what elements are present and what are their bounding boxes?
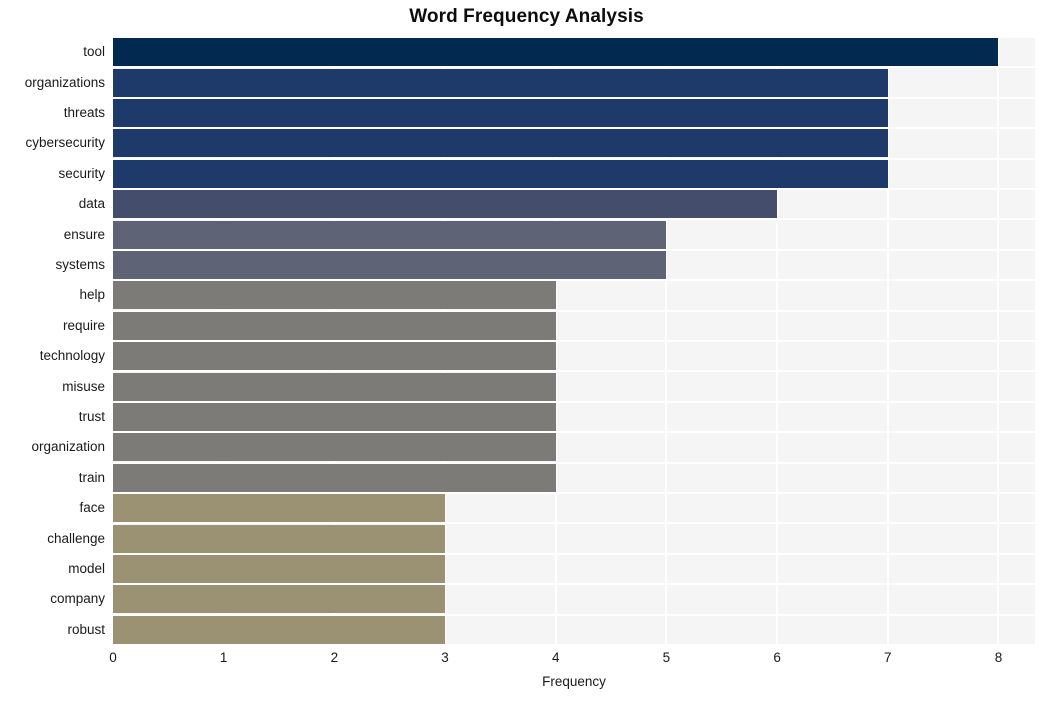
x-tick-label: 2 xyxy=(330,650,339,665)
bar-row xyxy=(113,433,1035,462)
bar xyxy=(113,99,888,127)
bar xyxy=(113,129,888,158)
bar xyxy=(113,281,556,310)
y-tick-label: data xyxy=(78,196,105,212)
y-tick-label: challenge xyxy=(47,530,105,546)
bar-row xyxy=(113,342,1035,371)
bar-row xyxy=(113,99,1035,127)
bar-row xyxy=(113,524,1035,553)
bar xyxy=(113,494,446,523)
x-tick-label: 0 xyxy=(109,650,117,665)
bar xyxy=(113,68,888,97)
bar xyxy=(113,311,556,340)
bar-row xyxy=(113,220,1035,249)
y-tick-label: robust xyxy=(67,621,105,637)
y-tick-label: threats xyxy=(63,105,105,120)
x-tick-label: 7 xyxy=(884,650,892,665)
bar-row xyxy=(113,281,1035,310)
y-tick-label: organizations xyxy=(24,74,105,90)
bar-row xyxy=(113,463,1035,492)
bar xyxy=(113,615,446,644)
y-tick-label: technology xyxy=(39,348,105,364)
bar-row xyxy=(113,190,1035,219)
bar xyxy=(113,159,888,188)
y-tick-label: model xyxy=(68,561,105,576)
y-tick-label: face xyxy=(79,500,105,516)
y-tick-label: tool xyxy=(83,44,105,60)
bar xyxy=(113,372,556,401)
bar-row xyxy=(113,38,1035,67)
chart-figure: Word Frequency Analysis tool organization… xyxy=(0,0,1053,701)
bar-row xyxy=(113,129,1035,158)
y-tick-label: trust xyxy=(78,409,105,424)
bar-row xyxy=(113,585,1035,614)
x-tick-label: 4 xyxy=(551,650,560,665)
bar xyxy=(113,220,667,249)
bar xyxy=(113,524,446,553)
x-tick-label: 6 xyxy=(773,650,781,665)
bar-row xyxy=(113,311,1035,340)
bar-row xyxy=(113,555,1035,583)
gridline-horizontal xyxy=(113,644,1035,646)
bar xyxy=(113,38,999,67)
bar-row xyxy=(113,494,1035,523)
y-tick-label: help xyxy=(79,287,105,303)
bar xyxy=(113,251,667,279)
y-tick-label: misuse xyxy=(62,378,105,394)
y-axis-tick-labels: tool organizations threats cybersecurity sec… xyxy=(0,37,113,645)
y-tick-label: organization xyxy=(31,439,105,455)
bar xyxy=(113,433,556,462)
bar-row xyxy=(113,403,1035,431)
y-tick-label: systems xyxy=(55,257,105,272)
x-axis-label: Frequency xyxy=(542,674,606,689)
y-tick-label: require xyxy=(62,317,105,333)
bar xyxy=(113,585,446,614)
chart-title: Word Frequency Analysis xyxy=(409,6,644,27)
bar xyxy=(113,555,446,583)
bar xyxy=(113,190,778,219)
x-tick-label: 1 xyxy=(219,650,228,665)
x-axis-tick-labels: 0 1 2 3 4 5 6 7 8 xyxy=(109,650,1035,670)
bar xyxy=(113,403,556,431)
bar-row xyxy=(113,68,1035,97)
y-tick-label: cybersecurity xyxy=(25,135,105,151)
y-tick-label: ensure xyxy=(63,226,105,242)
x-tick-label: 5 xyxy=(662,650,671,665)
y-tick-label: security xyxy=(58,165,105,181)
bar xyxy=(113,463,556,492)
y-tick-label: train xyxy=(78,469,105,485)
bar xyxy=(113,342,556,371)
bar-row xyxy=(113,615,1035,644)
bar-row xyxy=(113,372,1035,401)
bar-row xyxy=(113,251,1035,279)
x-tick-label: 3 xyxy=(441,650,449,665)
plot-area xyxy=(112,36,1035,646)
y-tick-label: company xyxy=(50,591,105,607)
x-tick-label: 8 xyxy=(994,650,1003,665)
bar-row xyxy=(113,159,1035,188)
